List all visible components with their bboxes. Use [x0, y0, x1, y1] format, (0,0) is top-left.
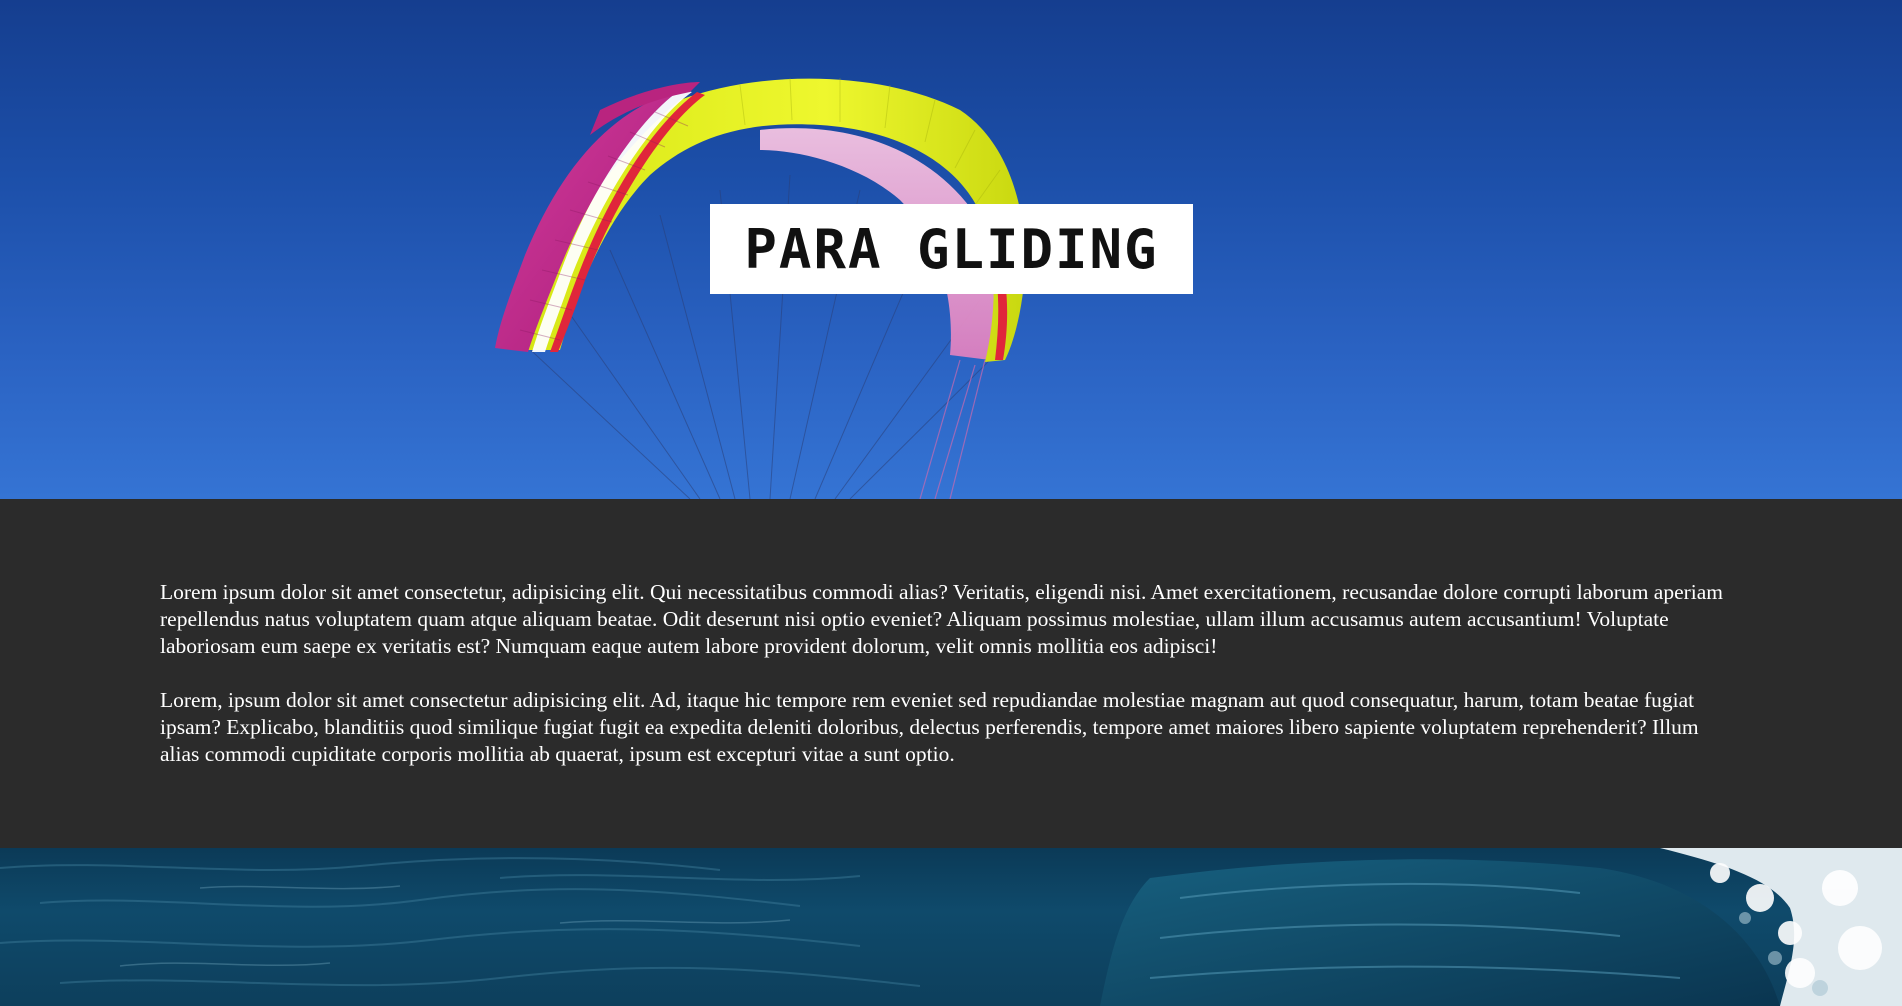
content-section: Lorem ipsum dolor sit amet consectetur, … — [0, 499, 1902, 848]
paragraph-1: Lorem ipsum dolor sit amet consectetur, … — [160, 580, 1724, 658]
paragraph-2: Lorem, ipsum dolor sit amet consectetur … — [160, 688, 1699, 766]
ocean-section — [0, 848, 1902, 1006]
page: PARA GLIDING Lorem ipsum dolor sit amet … — [0, 0, 1902, 1006]
hero-title: PARA GLIDING — [744, 217, 1159, 281]
hero-section: PARA GLIDING — [0, 0, 1902, 499]
hero-title-box: PARA GLIDING — [710, 204, 1193, 294]
content-text-block: Lorem ipsum dolor sit amet consectetur, … — [160, 579, 1742, 795]
ocean-wave-image — [0, 848, 1902, 1006]
